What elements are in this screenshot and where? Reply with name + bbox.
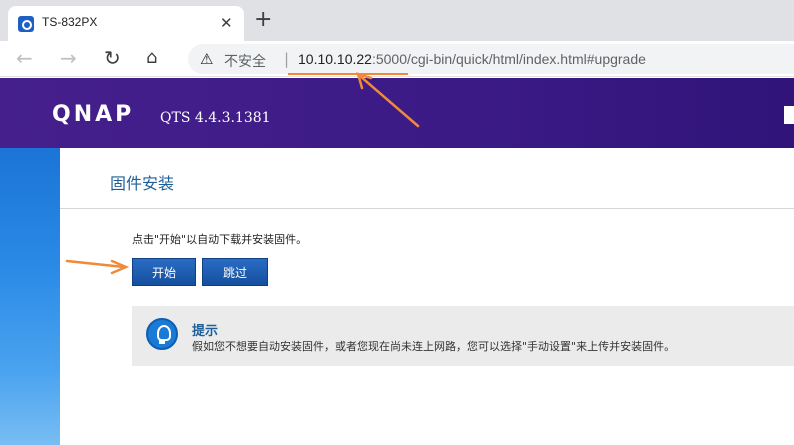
side-decoration: [0, 148, 60, 445]
qnap-logo: QNAP: [52, 102, 135, 127]
tab-title: TS-832PX: [42, 15, 98, 29]
qts-version: QTS 4.4.3.1381: [160, 110, 271, 126]
url-text[interactable]: 10.10.10.22:5000/cgi-bin/quick/html/inde…: [298, 51, 646, 67]
skip-button[interactable]: 跳过: [202, 258, 268, 286]
security-label[interactable]: 不安全: [224, 51, 266, 71]
url-path: :5000/cgi-bin/quick/html/index.html#upgr…: [371, 51, 646, 67]
reload-icon[interactable]: ↻: [104, 46, 121, 70]
forward-arrow-icon[interactable]: →: [60, 46, 77, 70]
banner-right-logo-icon: [784, 106, 794, 124]
tip-title: 提示: [192, 324, 219, 339]
new-tab-icon[interactable]: +: [254, 8, 272, 32]
page-title: 固件安装: [110, 174, 175, 193]
browser-tab[interactable]: TS-832PX ✕: [8, 6, 244, 41]
close-tab-icon[interactable]: ✕: [220, 14, 233, 32]
warning-icon[interactable]: ⚠: [200, 50, 213, 68]
home-icon[interactable]: ⌂: [146, 46, 157, 70]
lightbulb-icon: [146, 318, 178, 350]
address-separator: |: [284, 50, 290, 68]
back-arrow-icon[interactable]: ←: [16, 46, 33, 70]
qnap-banner: QNAP QTS 4.4.3.1381: [0, 78, 794, 148]
title-divider: [60, 208, 794, 209]
instruction-text: 点击"开始"以自动下载并安装固件。: [132, 233, 308, 246]
start-button[interactable]: 开始: [132, 258, 196, 286]
tip-text: 假如您不想要自动安装固件，或者您现在尚未连上网路，您可以选择"手动设置"来上传并…: [192, 340, 676, 353]
browser-tab-strip: TS-832PX ✕ +: [0, 0, 794, 41]
browser-toolbar: ← → ↻ ⌂ ⚠ 不安全 | 10.10.10.22:5000/cgi-bin…: [0, 41, 794, 77]
url-annotation-underline: [288, 73, 408, 75]
address-bar[interactable]: ⚠ 不安全 | 10.10.10.22:5000/cgi-bin/quick/h…: [188, 44, 794, 75]
tip-box: 提示 假如您不想要自动安装固件，或者您现在尚未连上网路，您可以选择"手动设置"来…: [132, 306, 794, 366]
url-host: 10.10.10.22: [298, 51, 372, 67]
firmware-panel: 固件安装 点击"开始"以自动下载并安装固件。 开始 跳过 提示 假如您不想要自动…: [60, 148, 794, 445]
qnap-favicon-icon: [18, 16, 34, 32]
